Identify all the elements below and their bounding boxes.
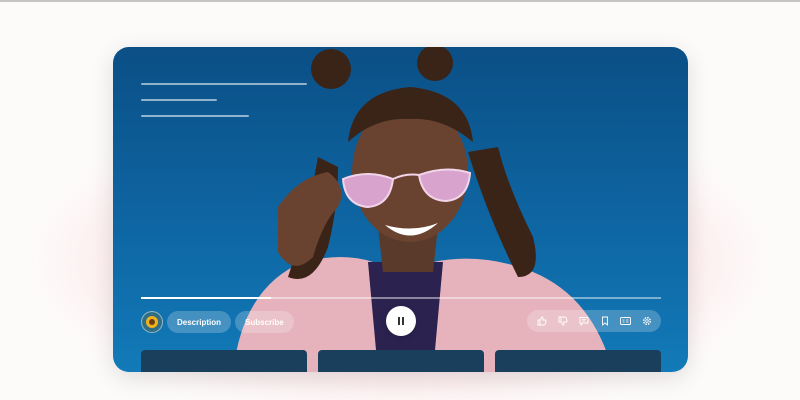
text-line [141, 83, 307, 85]
progress-bar[interactable] [141, 297, 661, 299]
comment-icon [579, 317, 588, 326]
dislike-button[interactable] [556, 314, 570, 328]
related-video-card[interactable] [141, 350, 307, 372]
comments-button[interactable] [577, 314, 591, 328]
related-video-card[interactable] [495, 350, 661, 372]
like-icon [537, 316, 547, 326]
bookmark-icon [601, 316, 608, 326]
related-video-card[interactable] [318, 350, 484, 372]
top-divider [0, 0, 800, 2]
pause-icon [398, 317, 404, 325]
text-line [141, 99, 217, 101]
settings-button[interactable] [640, 314, 654, 328]
play-pause-button[interactable] [386, 306, 416, 336]
settings-icon [642, 317, 651, 325]
action-toolbar [527, 310, 661, 332]
video-player[interactable]: Description Subscribe [113, 47, 688, 372]
subscribe-button[interactable]: Subscribe [235, 311, 294, 333]
captions-button[interactable] [619, 314, 633, 328]
like-button[interactable] [535, 314, 549, 328]
dislike-icon [558, 316, 568, 326]
related-video-cards [141, 350, 661, 372]
text-line [141, 115, 249, 117]
description-button[interactable]: Description [167, 311, 232, 333]
channel-controls: Description Subscribe [141, 310, 294, 334]
sunflower-avatar-icon [146, 316, 158, 328]
progress-bar-fill [141, 297, 271, 299]
channel-avatar[interactable] [141, 311, 163, 333]
captions-icon [620, 317, 631, 325]
save-button[interactable] [598, 314, 612, 328]
